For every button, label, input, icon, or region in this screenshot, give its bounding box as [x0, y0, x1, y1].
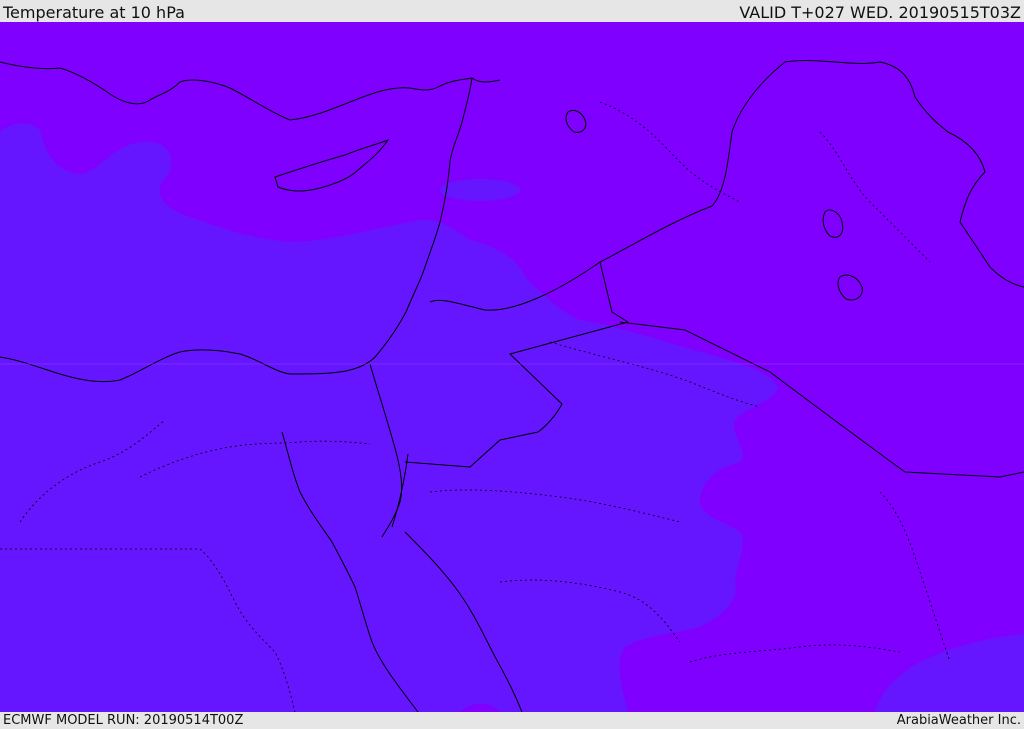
- model-run-label: ECMWF MODEL RUN: 20190514T00Z: [3, 713, 244, 728]
- credit-label: ArabiaWeather Inc.: [896, 713, 1021, 728]
- cool-patch-north: [440, 179, 520, 201]
- map-frame: Temperature at 10 hPa VALID T+027 WED. 2…: [0, 0, 1024, 729]
- cool-patch-south: [117, 674, 145, 686]
- footer-bar: ECMWF MODEL RUN: 20190514T00Z ArabiaWeat…: [0, 712, 1024, 729]
- header-bar: Temperature at 10 hPa VALID T+027 WED. 2…: [0, 0, 1024, 22]
- valid-time: VALID T+027 WED. 20190515T03Z: [739, 3, 1021, 22]
- map-title: Temperature at 10 hPa: [3, 3, 185, 22]
- temperature-map[interactable]: [0, 22, 1024, 712]
